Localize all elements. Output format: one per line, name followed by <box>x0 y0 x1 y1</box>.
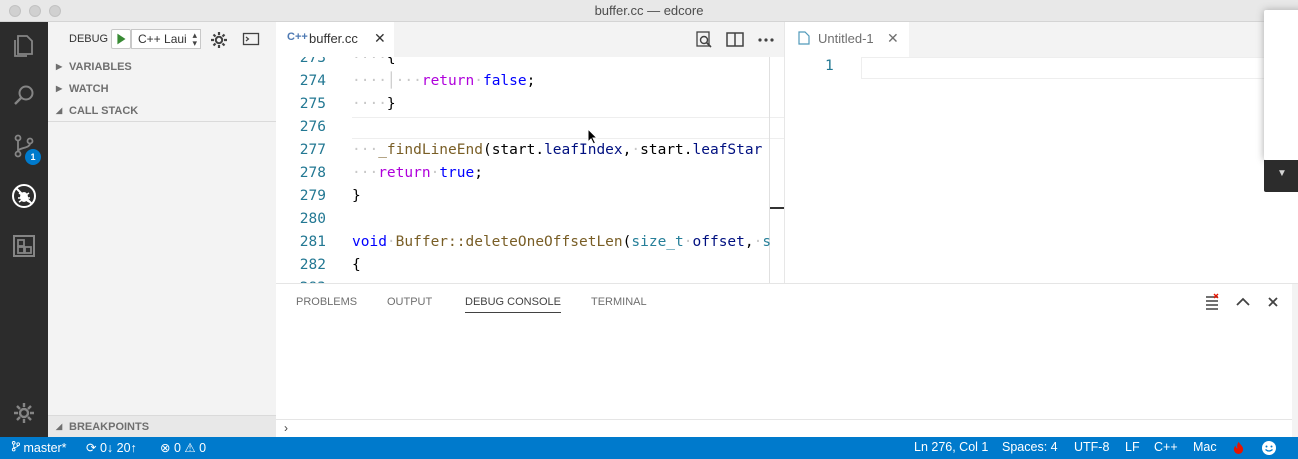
code-line: ···_findLineEnd(start.leafIndex,·start.l… <box>352 142 763 158</box>
line-number: 278 <box>299 165 326 181</box>
status-bar: master* ⟳ 0↓ 20↑ ⊗ 0 ⚠ 0 Ln 276, Col 1 S… <box>0 437 1298 459</box>
code-line: ····{ <box>352 57 396 66</box>
indentation[interactable]: Spaces: 4 <box>1002 440 1058 454</box>
tab-problems[interactable]: PROBLEMS <box>296 296 357 308</box>
line-number: 280 <box>299 211 326 227</box>
chevron-right-icon: ▶ <box>56 84 63 93</box>
code-line: ····│···return·false; <box>352 73 536 89</box>
code-editor-left[interactable]: 273 ····{ 274 ····│···return·false; 275 … <box>276 57 784 283</box>
panel-scrollbar[interactable] <box>1292 284 1298 438</box>
debug-title: DEBUG <box>69 33 109 45</box>
code-editor-right[interactable]: 1 <box>785 57 1298 283</box>
source-control-icon[interactable]: 1 <box>0 122 48 170</box>
debug-icon[interactable] <box>0 172 48 220</box>
encoding[interactable]: UTF-8 <box>1074 440 1109 454</box>
flame-icon[interactable] <box>1232 441 1245 457</box>
code-line: } <box>352 188 361 204</box>
problems-status[interactable]: ⊗ 0 ⚠ 0 <box>160 440 206 455</box>
line-number: 277 <box>299 142 326 158</box>
feedback-smiley-icon[interactable] <box>1261 440 1277 459</box>
scrollbar-marker <box>770 207 784 209</box>
close-tab-icon[interactable]: ✕ <box>887 30 899 47</box>
code-line: { <box>352 257 361 273</box>
code-line: ····} <box>352 96 396 112</box>
tab-debug-console[interactable]: DEBUG CONSOLE <box>465 296 561 313</box>
language-mode[interactable]: C++ <box>1154 440 1178 454</box>
chevron-down-icon: ◢ <box>56 422 63 431</box>
debug-console-input[interactable]: › <box>276 419 1292 438</box>
tab-terminal[interactable]: TERMINAL <box>591 296 647 308</box>
code-line: void·Buffer::deleteOneOffsetLen(size_t·o… <box>352 234 772 250</box>
extensions-icon[interactable] <box>0 222 48 270</box>
title-bar: buffer.cc — edcore <box>0 0 1298 22</box>
git-branch-icon <box>11 441 20 452</box>
debug-sidebar: DEBUG C++ Laui ▴▾ ▶ VARIABLES ▶ WATCH ◢ <box>48 22 276 437</box>
maximize-panel-icon[interactable] <box>1234 293 1252 311</box>
start-debugging-button[interactable] <box>111 29 131 49</box>
sync-status[interactable]: ⟳ 0↓ 20↑ <box>86 440 137 455</box>
cursor-position[interactable]: Ln 276, Col 1 <box>914 440 988 454</box>
cpp-file-icon: C++ <box>287 31 308 43</box>
line-ending[interactable]: LF <box>1125 440 1140 454</box>
manage-gear-icon[interactable] <box>0 389 48 437</box>
file-icon <box>798 31 810 50</box>
prompt-chevron-icon: › <box>284 421 288 435</box>
launch-config-select[interactable]: C++ Laui ▴ ▾ <box>131 29 201 49</box>
variables-section[interactable]: ▶ VARIABLES <box>48 56 276 78</box>
open-changes-icon[interactable] <box>693 29 715 51</box>
tab-untitled-1[interactable]: Untitled-1 ✕ <box>785 22 909 57</box>
tab-label: buffer.cc <box>309 31 358 46</box>
debug-settings-gear-icon[interactable] <box>208 29 230 51</box>
watch-section[interactable]: ▶ WATCH <box>48 78 276 100</box>
close-tab-icon[interactable]: ✕ <box>374 30 386 47</box>
call-stack-section[interactable]: ◢ CALL STACK <box>48 100 276 122</box>
more-actions-icon[interactable] <box>755 29 777 51</box>
tab-output[interactable]: OUTPUT <box>387 296 432 308</box>
clear-console-icon[interactable] <box>1203 293 1221 311</box>
line-number: 279 <box>299 188 326 204</box>
current-line-highlight <box>352 117 784 139</box>
explorer-icon[interactable] <box>0 22 48 70</box>
line-number: 1 <box>825 58 834 74</box>
split-editor-icon[interactable] <box>724 29 746 51</box>
overlay-dropdown[interactable]: ▼ <box>1264 160 1298 192</box>
debug-console-icon[interactable] <box>242 30 260 48</box>
line-number: 276 <box>299 119 326 135</box>
chevron-down-icon: ◢ <box>56 106 63 115</box>
search-icon[interactable] <box>0 72 48 120</box>
breakpoints-section[interactable]: ◢ BREAKPOINTS <box>48 415 276 437</box>
editor-tabs-left: C++ buffer.cc ✕ <box>276 22 784 57</box>
line-number: 281 <box>299 234 326 250</box>
close-panel-icon[interactable] <box>1264 293 1282 311</box>
debug-toolbar: DEBUG C++ Laui ▴ ▾ <box>48 22 276 56</box>
bottom-panel: PROBLEMS OUTPUT DEBUG CONSOLE TERMINAL › <box>276 283 1298 438</box>
line-number: 275 <box>299 96 326 112</box>
error-icon: ⊗ <box>160 441 171 455</box>
warning-icon: ⚠ <box>184 441 196 455</box>
branch-indicator[interactable]: master* <box>11 440 67 455</box>
platform[interactable]: Mac <box>1193 440 1217 454</box>
line-number: 274 <box>299 73 326 89</box>
activity-bar: 1 <box>0 22 48 437</box>
sync-icon: ⟳ <box>86 441 97 455</box>
select-arrows-icon: ▴ ▾ <box>192 30 197 48</box>
code-line: ···return·true; <box>352 165 483 181</box>
line-number: 282 <box>299 257 326 273</box>
overlay-widget[interactable] <box>1264 10 1298 160</box>
chevron-right-icon: ▶ <box>56 62 63 71</box>
vscode-window: buffer.cc — edcore 1 DEBUG C++ Laui ▴ ▾ … <box>0 0 1298 459</box>
caret-down-icon: ▼ <box>1277 168 1287 179</box>
editor-tabs-right: Untitled-1 ✕ <box>785 22 1298 57</box>
tab-label: Untitled-1 <box>818 31 874 46</box>
play-icon <box>117 33 126 45</box>
line-number: 273 <box>299 57 326 66</box>
window-title: buffer.cc — edcore <box>594 3 704 18</box>
scm-badge: 1 <box>25 149 41 165</box>
mouse-pointer-icon <box>587 128 598 145</box>
current-line-highlight <box>861 57 1298 79</box>
tab-buffer-cc[interactable]: C++ buffer.cc ✕ <box>276 22 394 57</box>
